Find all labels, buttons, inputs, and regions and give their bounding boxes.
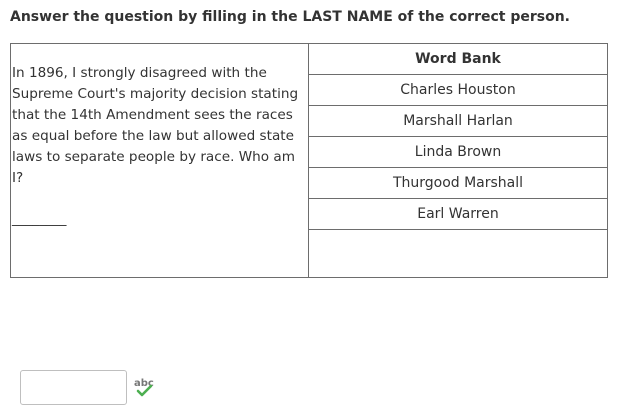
answer-input[interactable] [20, 370, 127, 405]
word-bank-item: Earl Warren [309, 199, 607, 230]
word-bank: Word Bank Charles Houston Marshall Harla… [309, 44, 607, 261]
instruction-text: Answer the question by filling in the LA… [10, 9, 570, 25]
spellcheck-button[interactable]: abc [133, 375, 159, 399]
word-bank-empty-row [309, 230, 607, 261]
question-table: In 1896, I strongly disagreed with the S… [10, 43, 608, 278]
answer-blank-line: ________ [12, 211, 67, 227]
word-bank-item: Charles Houston [309, 75, 607, 106]
word-bank-item: Thurgood Marshall [309, 168, 607, 199]
question-text: In 1896, I strongly disagreed with the S… [12, 65, 299, 186]
word-bank-header: Word Bank [309, 44, 607, 75]
question-cell: In 1896, I strongly disagreed with the S… [11, 44, 309, 277]
spellcheck-icon: abc [134, 378, 154, 397]
word-bank-item: Linda Brown [309, 137, 607, 168]
word-bank-item: Marshall Harlan [309, 106, 607, 137]
